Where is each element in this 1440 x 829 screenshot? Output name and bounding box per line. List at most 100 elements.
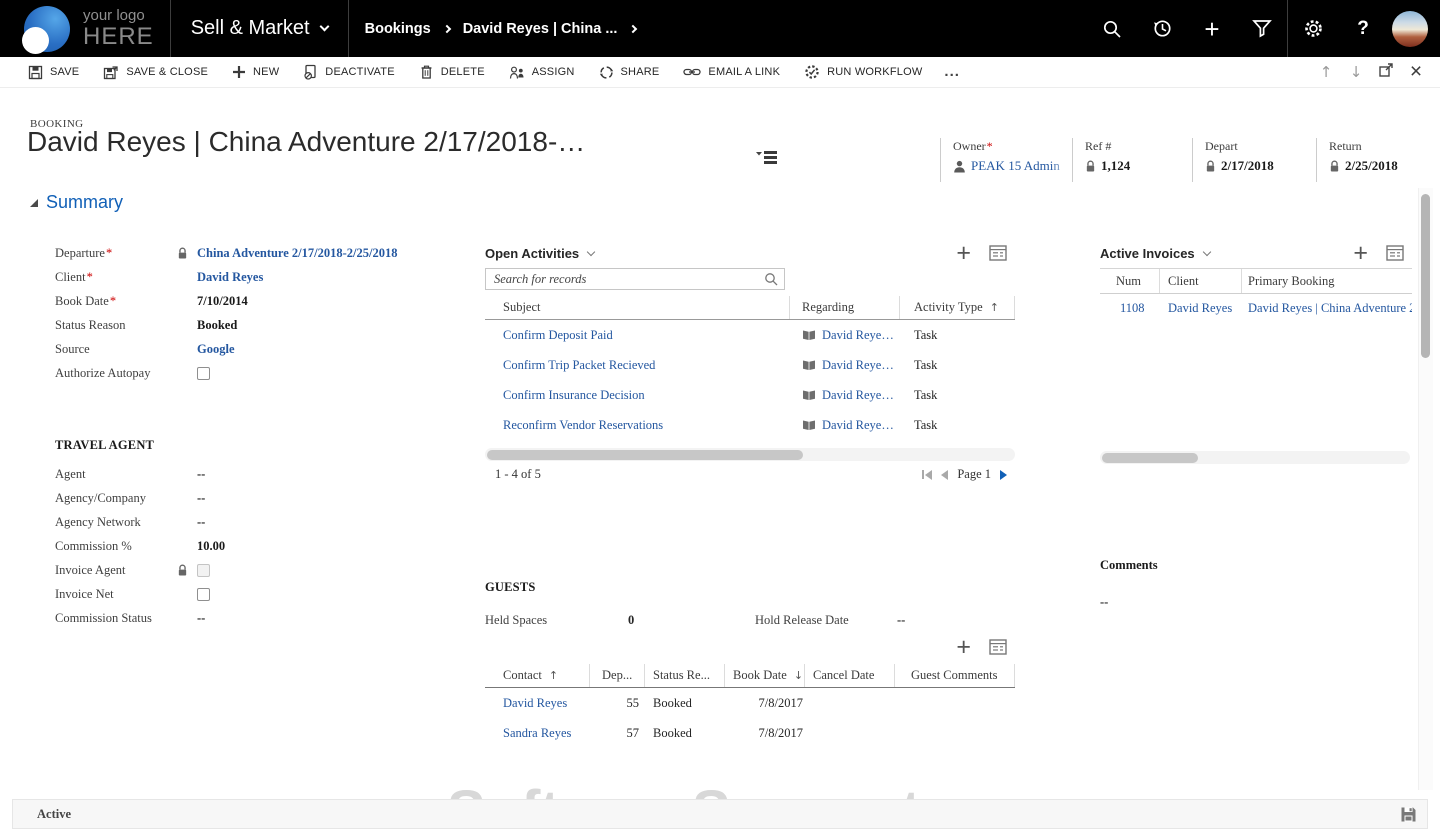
hold-release-value[interactable]: -- [897, 613, 905, 628]
open-associated-view-icon[interactable] [989, 245, 1007, 261]
activity-regarding-link[interactable]: David Reyes |... [822, 358, 896, 373]
open-activities-subgrid: Open Activities + Subject Regarding Acti… [485, 240, 1015, 482]
horizontal-scrollbar[interactable] [1100, 451, 1410, 464]
activity-row: Confirm Deposit Paid David Reyes |... Ta… [485, 320, 1015, 350]
deactivate-button[interactable]: DEACTIVATE [291, 57, 406, 87]
column-num[interactable]: Num [1100, 269, 1160, 293]
invoice-net-checkbox[interactable] [197, 588, 210, 601]
field-commission-status: Commission Status -- [55, 606, 485, 630]
commission-status-value[interactable]: -- [197, 611, 205, 626]
open-associated-view-icon[interactable] [1386, 245, 1404, 261]
app-menu[interactable]: Sell & Market [171, 0, 348, 57]
close-icon[interactable]: × [1404, 59, 1428, 85]
email-link-button[interactable]: EMAIL A LINK [671, 57, 792, 87]
search-icon[interactable] [1087, 0, 1137, 57]
booking-fields: Departure* China Adventure 2/17/2018-2/2… [55, 241, 485, 385]
run-workflow-button[interactable]: RUN WORKFLOW [792, 57, 934, 87]
agency-network-value[interactable]: -- [197, 515, 205, 530]
save-status-icon[interactable] [1400, 806, 1417, 823]
search-input[interactable] [494, 272, 764, 287]
user-avatar[interactable] [1392, 11, 1428, 47]
invoice-primary-booking-link[interactable]: David Reyes | China Adventure 2 [1248, 301, 1412, 315]
settings-gear-icon[interactable] [1288, 0, 1338, 57]
open-associated-view-icon[interactable] [989, 639, 1007, 655]
column-contact[interactable]: Contact↑ [485, 664, 590, 687]
commission-pct-value[interactable]: 10.00 [197, 539, 225, 554]
scrollbar-thumb[interactable] [1421, 194, 1430, 358]
activity-regarding-link[interactable]: David Reyes |... [822, 418, 896, 433]
add-activity-button[interactable]: + [956, 243, 971, 263]
recent-history-icon[interactable] [1137, 0, 1187, 57]
open-activities-view-selector[interactable]: Open Activities [485, 246, 594, 261]
held-spaces-value[interactable]: 0 [628, 613, 755, 628]
save-and-close-button[interactable]: SAVE & CLOSE [91, 57, 220, 87]
form-selector-icon[interactable] [756, 150, 778, 168]
client-link[interactable]: David Reyes [197, 270, 263, 285]
new-icon [232, 65, 246, 79]
activity-regarding-link[interactable]: David Reyes |... [822, 388, 896, 403]
column-activity-type[interactable]: Activity Type↑ [900, 296, 1015, 319]
previous-page-icon[interactable] [941, 470, 948, 480]
save-button[interactable]: SAVE [16, 57, 91, 87]
delete-button[interactable]: DELETE [407, 57, 497, 87]
first-page-icon[interactable] [922, 470, 932, 480]
agent-value[interactable]: -- [197, 467, 205, 482]
column-client[interactable]: Client [1160, 269, 1242, 293]
column-guest-comments[interactable]: Guest Comments [895, 664, 1015, 687]
book-date-value[interactable]: 7/10/2014 [197, 294, 248, 309]
breadcrumb-record[interactable]: David Reyes | China ... [463, 21, 618, 37]
assign-button[interactable]: ASSIGN [497, 57, 587, 87]
help-icon[interactable]: ? [1338, 0, 1388, 57]
activity-regarding-link[interactable]: David Reyes |... [822, 328, 896, 343]
record-range: 1 - 4 of 5 [495, 467, 541, 482]
create-record-icon[interactable]: + [1187, 0, 1237, 57]
add-invoice-button[interactable]: + [1353, 243, 1368, 263]
column-status-reason[interactable]: Status Re... [645, 664, 725, 687]
share-button[interactable]: SHARE [587, 57, 672, 87]
activity-subject-link[interactable]: Confirm Deposit Paid [503, 328, 613, 342]
invoice-num-link[interactable]: 1108 [1120, 301, 1145, 315]
guest-contact-link[interactable]: Sandra Reyes [503, 726, 571, 740]
column-regarding[interactable]: Regarding [790, 296, 900, 319]
share-icon [599, 65, 614, 80]
hold-release-label: Hold Release Date [755, 613, 897, 628]
command-bar: SAVE SAVE & CLOSE NEW DEACTIVATE DELETE … [0, 57, 1440, 88]
invoice-agent-checkbox [197, 564, 210, 577]
agency-company-value[interactable]: -- [197, 491, 205, 506]
logo[interactable]: your logo HERE [0, 0, 170, 57]
breadcrumb-bookings[interactable]: Bookings [365, 21, 431, 37]
new-button[interactable]: NEW [220, 57, 291, 87]
add-guest-button[interactable]: + [956, 637, 971, 657]
next-page-icon[interactable] [1000, 470, 1007, 480]
column-dep[interactable]: Dep... [590, 664, 645, 687]
filter-icon[interactable] [1237, 0, 1287, 57]
authorize-autopay-checkbox[interactable] [197, 367, 210, 380]
column-book-date[interactable]: Book Date↓ [725, 664, 805, 687]
tab-summary[interactable]: Summary [30, 192, 123, 213]
guest-contact-link[interactable]: David Reyes [503, 696, 567, 710]
activity-subject-link[interactable]: Confirm Trip Packet Recieved [503, 358, 655, 372]
activity-subject-link[interactable]: Reconfirm Vendor Reservations [503, 418, 663, 432]
column-cancel-date[interactable]: Cancel Date [805, 664, 895, 687]
source-link[interactable]: Google [197, 342, 235, 357]
comments-value[interactable]: -- [1100, 595, 1158, 610]
owner-link[interactable]: PEAK 15 Admin [971, 158, 1069, 174]
comments-label: Comments [1100, 558, 1158, 573]
vertical-scrollbar[interactable] [1418, 188, 1433, 790]
more-commands-button[interactable]: ... [934, 57, 970, 87]
chevron-down-icon [319, 22, 329, 32]
scroll-up-icon[interactable]: ↑ [1314, 59, 1338, 85]
column-primary-booking[interactable]: Primary Booking [1242, 269, 1412, 293]
horizontal-scrollbar[interactable] [485, 448, 1015, 461]
invoice-client-link[interactable]: David Reyes [1168, 301, 1232, 315]
activity-subject-link[interactable]: Confirm Insurance Decision [503, 388, 645, 402]
field-invoice-agent: Invoice Agent [55, 558, 485, 582]
book-icon [802, 359, 816, 371]
active-invoices-view-selector[interactable]: Active Invoices [1100, 246, 1210, 261]
column-subject[interactable]: Subject [485, 296, 790, 319]
status-reason-value[interactable]: Booked [197, 318, 237, 333]
search-icon [764, 272, 778, 286]
popout-icon[interactable] [1374, 59, 1398, 85]
departure-link[interactable]: China Adventure 2/17/2018-2/25/2018 [197, 246, 397, 261]
scroll-down-icon[interactable]: ↓ [1344, 59, 1368, 85]
